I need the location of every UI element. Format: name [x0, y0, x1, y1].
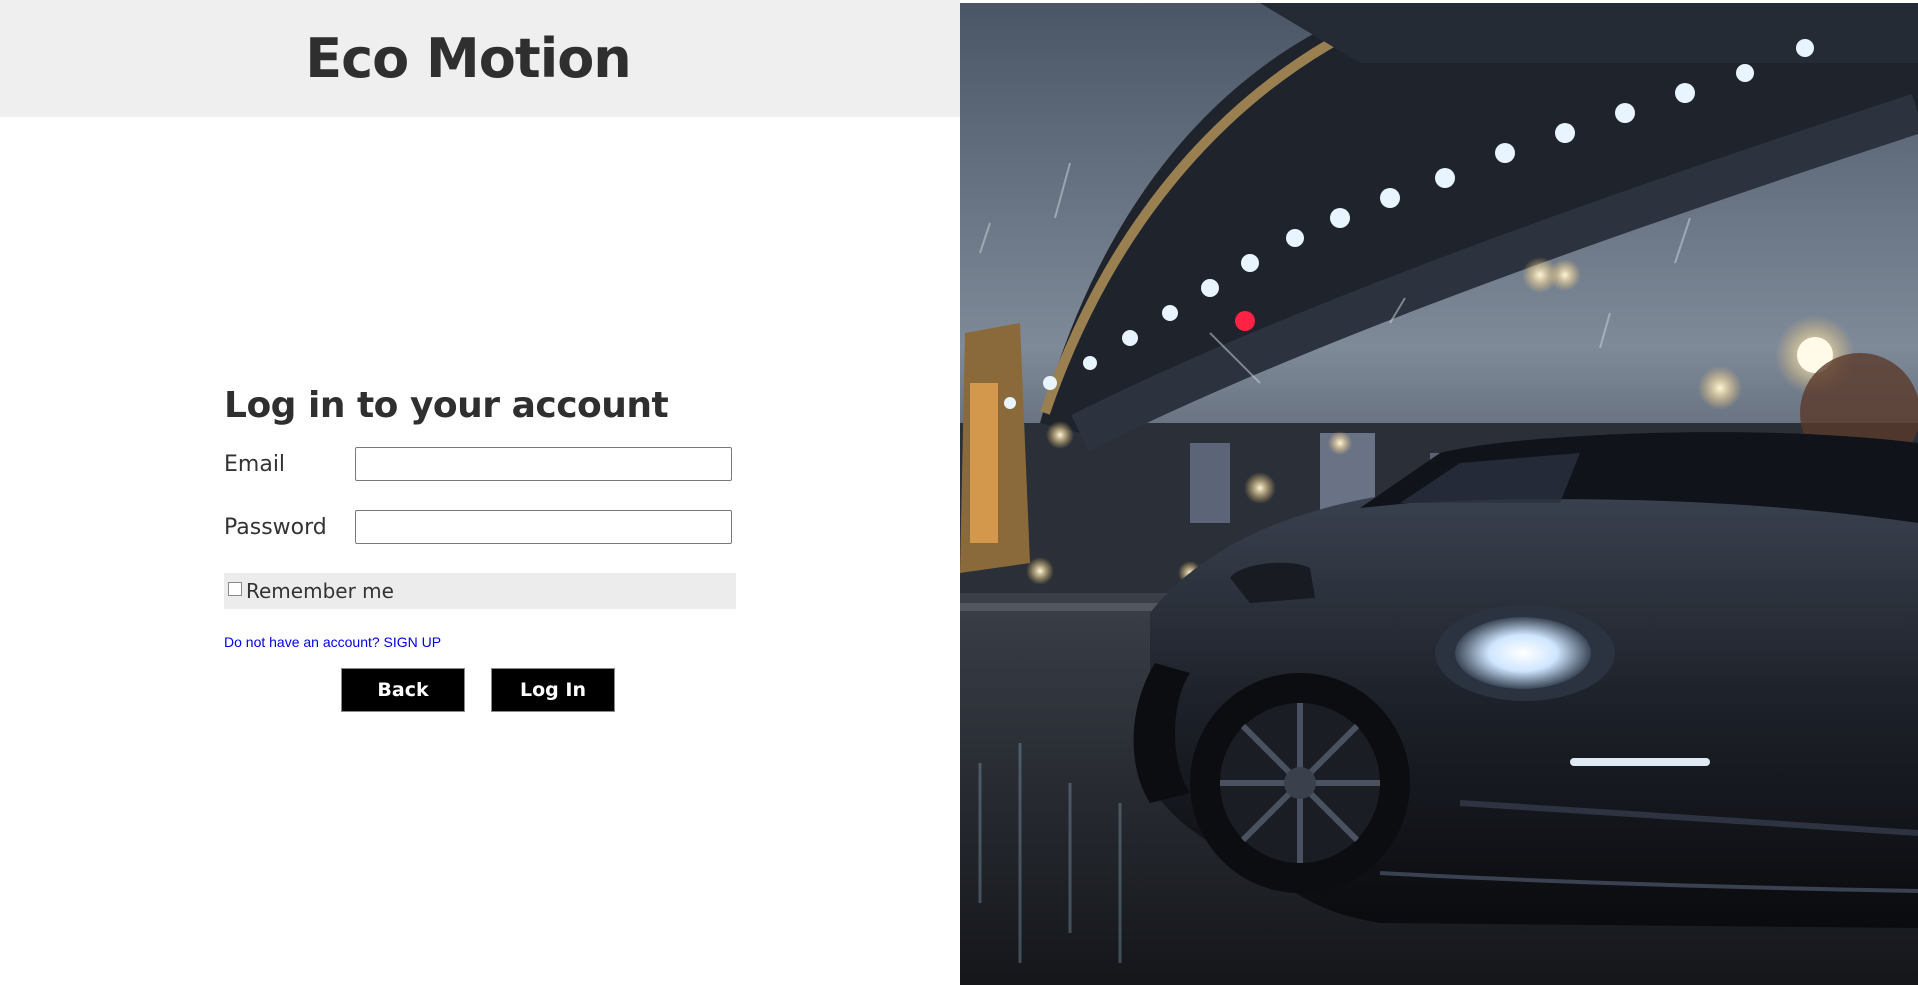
car-under-bridge-photo-icon [960, 3, 1918, 985]
login-page: Eco Motion Log in to your account Email … [0, 0, 1918, 985]
password-label: Password [224, 515, 327, 540]
remember-me-label[interactable]: Remember me [246, 573, 394, 609]
email-row: Email [224, 446, 736, 484]
remember-me-checkbox[interactable] [228, 582, 242, 596]
password-input[interactable] [355, 510, 732, 544]
brand-header: Eco Motion [0, 0, 960, 117]
button-row: Back Log In [224, 668, 736, 712]
login-panel: Eco Motion Log in to your account Email … [0, 0, 960, 985]
login-button[interactable]: Log In [491, 668, 615, 712]
login-form: Log in to your account Email Password Re… [224, 378, 736, 712]
email-input[interactable] [355, 447, 732, 481]
remember-me-row: Remember me [224, 573, 736, 609]
hero-image [960, 3, 1918, 985]
email-label: Email [224, 452, 286, 477]
signup-link[interactable]: Do not have an account? SIGN UP [224, 633, 736, 651]
password-row: Password [224, 509, 736, 547]
brand-title: Eco Motion [305, 27, 632, 90]
back-button[interactable]: Back [341, 668, 465, 712]
form-heading: Log in to your account [224, 385, 669, 426]
